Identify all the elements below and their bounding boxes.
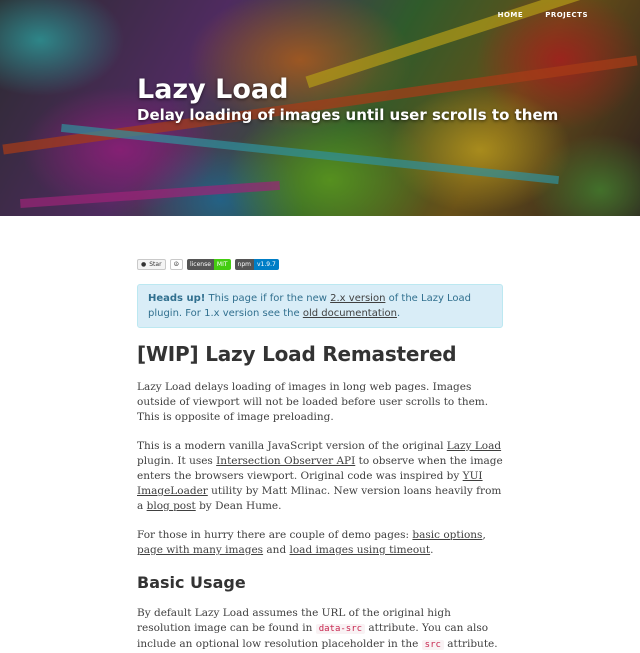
paragraph-text: plugin. It uses bbox=[137, 455, 217, 467]
version-2-link[interactable]: 2.x version bbox=[330, 293, 385, 304]
blog-post-link[interactable]: blog post bbox=[147, 500, 196, 512]
paragraph-text: by Dean Hume. bbox=[195, 500, 282, 512]
page-heading: [WIP] Lazy Load Remastered bbox=[137, 342, 457, 366]
alert-text: . bbox=[397, 308, 401, 319]
nav-home-link[interactable]: HOME bbox=[498, 11, 524, 19]
github-star-badge[interactable]: ● Star bbox=[137, 259, 166, 270]
paragraph-text: and bbox=[263, 544, 290, 556]
about-paragraph: This is a modern vanilla JavaScript vers… bbox=[137, 439, 503, 514]
src-code: src bbox=[421, 640, 444, 650]
hero-banner: HOME PROJECTS Lazy Load Delay loading of… bbox=[0, 0, 640, 216]
star-count-icon: ☮ bbox=[173, 261, 179, 268]
nav-projects-link[interactable]: PROJECTS bbox=[545, 11, 588, 19]
heads-up-alert: Heads up! This page if for the new 2.x v… bbox=[137, 284, 503, 328]
alert-strong: Heads up! bbox=[148, 293, 206, 304]
npm-badge-value: v1.9.7 bbox=[254, 259, 279, 270]
hero-title: Lazy Load bbox=[137, 74, 289, 105]
lazy-load-link[interactable]: Lazy Load bbox=[447, 440, 501, 452]
intersection-observer-link[interactable]: Intersection Observer API bbox=[216, 455, 355, 467]
paragraph-text: This is a modern vanilla JavaScript vers… bbox=[137, 440, 447, 452]
basic-options-link[interactable]: basic options bbox=[412, 529, 482, 541]
paragraph-text: . bbox=[430, 544, 434, 556]
license-badge-value: MIT bbox=[213, 259, 231, 270]
main-content: ● Star ☮ license MIT npm v1.9.7 Heads up… bbox=[137, 216, 503, 653]
data-src-code: data-src bbox=[315, 624, 366, 634]
badge-row: ● Star ☮ license MIT npm v1.9.7 bbox=[137, 259, 503, 270]
star-badge-label: Star bbox=[149, 261, 162, 268]
license-badge[interactable]: license MIT bbox=[186, 259, 231, 270]
old-documentation-link[interactable]: old documentation bbox=[303, 308, 397, 319]
alert-text: This page if for the new bbox=[205, 293, 331, 304]
demo-paragraph: For those in hurry there are couple of d… bbox=[137, 528, 503, 558]
hero-subtitle: Delay loading of images until user scrol… bbox=[137, 106, 559, 124]
paragraph-text: For those in hurry there are couple of d… bbox=[137, 529, 413, 541]
npm-badge-label: npm bbox=[234, 259, 254, 270]
star-count-badge[interactable]: ☮ bbox=[169, 259, 183, 270]
many-images-link[interactable]: page with many images bbox=[137, 544, 263, 556]
usage-paragraph: By default Lazy Load assumes the URL of … bbox=[137, 606, 503, 653]
license-badge-label: license bbox=[186, 259, 214, 270]
top-nav: HOME PROJECTS bbox=[498, 11, 588, 19]
npm-badge[interactable]: npm v1.9.7 bbox=[234, 259, 279, 270]
intro-paragraph: Lazy Load delays loading of images in lo… bbox=[137, 381, 489, 423]
timeout-demo-link[interactable]: load images using timeout bbox=[290, 544, 431, 556]
github-icon: ● bbox=[141, 261, 147, 268]
paragraph-text: , bbox=[482, 529, 486, 541]
basic-usage-heading: Basic Usage bbox=[137, 573, 246, 592]
